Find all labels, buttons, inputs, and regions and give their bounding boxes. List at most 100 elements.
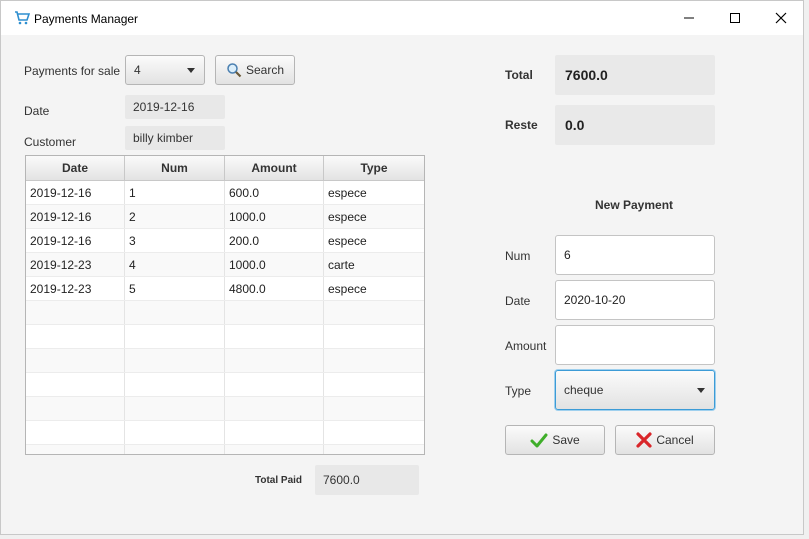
table-row[interactable]: 2019-12-16 2 1000.0 espece [26, 205, 424, 229]
empty-table-row[interactable] [26, 349, 424, 373]
total-paid-value: 7600.0 [323, 473, 360, 487]
cell-date: 2019-12-16 [26, 205, 125, 228]
reste-label: Reste [505, 118, 538, 132]
amount-label: Amount [505, 339, 547, 353]
cancel-x-icon [636, 432, 652, 448]
table-row[interactable]: 2019-12-23 4 1000.0 carte [26, 253, 424, 277]
cell-type [324, 325, 424, 348]
cell-amount: 200.0 [225, 229, 324, 252]
cell-type: espece [328, 281, 367, 296]
empty-table-row[interactable] [26, 397, 424, 421]
payment-date-input[interactable]: 2020-10-20 [555, 280, 715, 320]
payment-date-label: Date [505, 294, 531, 308]
cell-amount [225, 349, 324, 372]
cell-date [26, 349, 125, 372]
table-body: 2019-12-16 1 600.0 espece 2019-12-16 2 1000.0 e… [26, 181, 424, 454]
maximize-icon [730, 13, 740, 23]
amount-input[interactable] [555, 325, 715, 365]
cancel-button-label: Cancel [656, 433, 694, 447]
cell-num: 3 [125, 229, 225, 252]
save-button-label: Save [552, 433, 580, 447]
close-icon [775, 12, 787, 24]
cell-num: 2 [125, 205, 225, 228]
table-row[interactable]: 2019-12-23 5 4800.0 espece [26, 277, 424, 301]
column-header-date[interactable]: Date [26, 156, 125, 180]
cell-amount: 4800.0 [225, 277, 324, 300]
num-label: Num [505, 249, 531, 263]
save-button[interactable]: Save [505, 425, 605, 455]
cell-num [125, 301, 225, 324]
column-header-num[interactable]: Num [125, 156, 225, 180]
cell-num [125, 397, 225, 420]
cell-date: 2019-12-23 [26, 253, 125, 276]
cell-date [26, 301, 125, 324]
close-button[interactable] [766, 7, 796, 29]
cell-amount [225, 373, 324, 396]
cell-date: 2019-12-16 [26, 229, 125, 252]
cell-date [26, 421, 125, 444]
cell-type [324, 397, 424, 420]
cell-num [125, 325, 225, 348]
cell-date: 2019-12-16 [26, 181, 125, 204]
window-title: Payments Manager [34, 12, 139, 26]
chevron-down-icon [697, 388, 705, 393]
total-paid-label: Total Paid [255, 475, 303, 486]
search-button[interactable]: Search [215, 55, 295, 85]
cell-num [125, 373, 225, 396]
search-button-label: Search [245, 63, 285, 77]
empty-table-row[interactable] [26, 373, 424, 397]
cell-type [324, 445, 424, 454]
cell-type: carte [328, 257, 355, 272]
shopping-cart-icon [15, 11, 30, 25]
cell-type: espece [328, 209, 367, 224]
new-payment-heading: New Payment [595, 198, 674, 212]
total-label: Total [505, 68, 533, 82]
table-header: Date Num Amount Type [26, 156, 424, 181]
total-value: 7600.0 [565, 67, 608, 83]
cell-amount [225, 421, 324, 444]
sale-date-field: 2019-12-16 [125, 95, 225, 119]
title-bar: Payments Manager [1, 1, 803, 35]
type-select-value: cheque [564, 383, 604, 397]
minimize-button[interactable] [674, 7, 704, 29]
payments-for-sale-label: Payments for sale [24, 64, 121, 78]
cell-amount [225, 301, 324, 324]
cell-num [125, 445, 225, 454]
cell-num [125, 349, 225, 372]
empty-table-row[interactable] [26, 325, 424, 349]
empty-table-row[interactable] [26, 445, 424, 454]
maximize-button[interactable] [720, 7, 750, 29]
table-row[interactable]: 2019-12-16 3 200.0 espece [26, 229, 424, 253]
empty-table-row[interactable] [26, 301, 424, 325]
cell-num: 5 [125, 277, 225, 300]
cell-amount [225, 445, 324, 454]
empty-table-row[interactable] [26, 421, 424, 445]
cell-type [324, 373, 424, 396]
type-label: Type [505, 384, 532, 398]
cell-date [26, 397, 125, 420]
sale-select[interactable]: 4 [125, 55, 205, 85]
minimize-icon [684, 17, 694, 19]
type-select[interactable]: cheque [555, 370, 715, 410]
sale-select-value: 4 [134, 63, 141, 77]
cell-amount: 600.0 [225, 181, 324, 204]
cell-date [26, 445, 125, 454]
total-paid-field: 7600.0 [315, 465, 419, 495]
column-header-type[interactable]: Type [324, 156, 424, 180]
num-input[interactable]: 6 [555, 235, 715, 275]
cell-date: 2019-12-23 [26, 277, 125, 300]
cell-amount: 1000.0 [225, 253, 324, 276]
cancel-button[interactable]: Cancel [615, 425, 715, 455]
cell-type [324, 301, 424, 324]
cell-type: espece [328, 185, 367, 200]
cell-date [26, 373, 125, 396]
cell-num: 4 [125, 253, 225, 276]
num-input-value: 6 [564, 248, 571, 262]
table-row[interactable]: 2019-12-16 1 600.0 espece [26, 181, 424, 205]
cell-num [125, 421, 225, 444]
payments-table[interactable]: Date Num Amount Type 2019-12-16 1 600.0 esp… [25, 155, 425, 455]
date-label: Date [24, 104, 50, 118]
cell-amount [225, 397, 324, 420]
cell-date [26, 325, 125, 348]
column-header-amount[interactable]: Amount [225, 156, 324, 180]
